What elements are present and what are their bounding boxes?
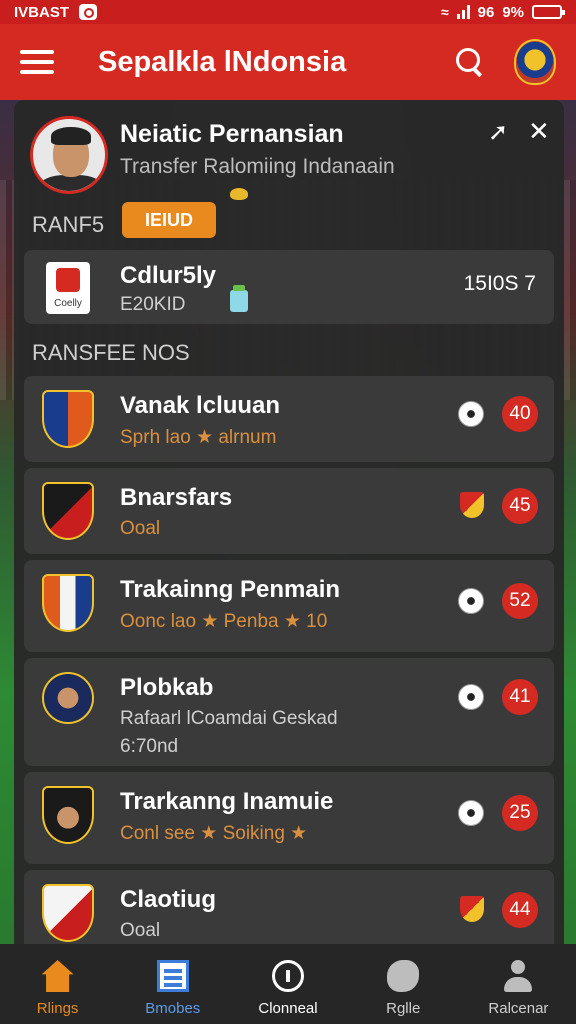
count-badge: 40 <box>502 396 538 432</box>
club-subtitle: E20KID <box>120 294 186 315</box>
row-title: Plobkab <box>120 674 214 701</box>
row-title: Vanak lcluuan <box>120 392 281 419</box>
club-value: 15I0S 7 <box>463 272 536 295</box>
nav-label: Ralcenar <box>488 1000 549 1017</box>
count-badge: 52 <box>502 583 538 619</box>
count-badge: 45 <box>502 488 538 524</box>
soccer-ball-icon <box>458 401 484 427</box>
battery-icon <box>532 5 565 19</box>
soccer-ball-icon <box>458 588 484 614</box>
wifi-icon: ≈ <box>440 4 449 20</box>
nav-item-profile[interactable]: Ralcenar <box>461 944 576 1024</box>
row-subtitle: Sprh lao ★ alrnum <box>120 427 277 448</box>
list-item[interactable]: Plobkab Rafaarl lCoamdai Geskad 6:70nd 4… <box>24 658 554 766</box>
menu-icon[interactable] <box>20 50 54 74</box>
row-time: 6:70nd <box>120 736 179 757</box>
search-icon[interactable] <box>456 48 484 76</box>
nav-label: Rglle <box>386 1000 421 1017</box>
status-badge[interactable]: IEIUD <box>122 202 216 238</box>
row-subtitle: Oonc lao ★ Penba ★ 10 <box>120 611 328 632</box>
count-badge: 41 <box>502 679 538 715</box>
player-subtitle: Transfer Ralomiing Indanaain <box>120 155 395 178</box>
bug-icon <box>230 188 248 200</box>
club-crest-icon <box>42 786 94 844</box>
person-icon <box>502 960 534 992</box>
count-badge: 44 <box>502 892 538 928</box>
flag-icon <box>460 896 484 922</box>
list-item[interactable]: Bnarsfars Ooal 45 <box>24 468 554 554</box>
list-item[interactable]: Trakainng Penmain Oonc lao ★ Penba ★ 10 … <box>24 560 554 652</box>
home-icon <box>41 960 74 992</box>
nav-item-home[interactable]: Rlings <box>0 944 115 1024</box>
signal-icon <box>456 5 470 19</box>
app-notification-icon <box>79 4 98 20</box>
flag-icon <box>460 492 484 518</box>
club-crest-icon <box>42 574 94 632</box>
jar-icon <box>230 285 248 312</box>
club-crest-icon <box>42 482 94 540</box>
player-name: Neiatic Pernansian <box>120 120 344 148</box>
row-subtitle: Ooal <box>120 920 161 941</box>
club-crest-icon <box>42 672 94 724</box>
count-badge: 25 <box>502 795 538 831</box>
list-item[interactable]: Vanak lcluuan Sprh lao ★ alrnum 40 <box>24 376 554 462</box>
player-avatar <box>30 116 108 194</box>
soccer-ball-icon <box>458 684 484 710</box>
list-item[interactable]: Trarkanng Inamuie Conl see ★ Soiking ★ 2… <box>24 772 554 864</box>
soccer-ball-icon <box>458 800 484 826</box>
ball-icon <box>387 960 420 992</box>
nav-label: Bmobes <box>145 1000 201 1017</box>
battery-percent: 9% <box>502 3 524 21</box>
section-label: RANF5 <box>32 212 105 237</box>
nav-item-ball[interactable]: Rglle <box>346 944 461 1024</box>
nav-label: Clonneal <box>258 1000 318 1017</box>
nav-label: Rlings <box>36 1000 79 1017</box>
list-item[interactable]: Claotiug Ooal 44 <box>24 870 554 944</box>
team-crest-icon[interactable] <box>514 39 556 85</box>
app-title: Sepalkla lNdonsia <box>98 45 347 78</box>
clock-icon <box>272 960 304 992</box>
news-icon <box>156 960 189 992</box>
club-name: Cdlur5ly <box>120 262 217 289</box>
status-number: 96 <box>477 3 495 21</box>
pin-icon[interactable]: ➚ <box>488 118 508 147</box>
row-subtitle: Conl see ★ Soiking ★ <box>120 823 308 844</box>
close-icon[interactable]: ✕ <box>528 116 550 147</box>
app-bar: Sepalkla lNdonsia <box>0 24 576 100</box>
row-subtitle: Rafaarl lCoamdai Geskad <box>120 708 338 729</box>
carrier-label: IVBAST <box>14 3 70 21</box>
club-crest-icon <box>42 884 94 942</box>
status-bar: IVBAST ≈ 96 9% <box>0 0 576 24</box>
bottom-nav: Rlings Bmobes Clonneal Rglle Ralcenar <box>0 944 576 1024</box>
row-title: Trarkanng Inamuie <box>120 788 334 815</box>
club-crest-icon <box>42 390 94 448</box>
row-title: Claotiug <box>120 886 216 913</box>
section-title: RANSFEE NOS <box>32 340 190 365</box>
club-card[interactable]: Coelly Cdlur5ly E20KID 15I0S 7 <box>24 250 554 324</box>
row-title: Bnarsfars <box>120 484 233 511</box>
row-title: Trakainng Penmain <box>120 576 341 603</box>
transfer-panel: Neiatic Pernansian Transfer Ralomiing In… <box>14 100 564 944</box>
nav-item-news[interactable]: Bmobes <box>115 944 230 1024</box>
nav-item-clock[interactable]: Clonneal <box>230 944 345 1024</box>
club-logo: Coelly <box>46 262 90 314</box>
row-subtitle: Ooal <box>120 518 161 539</box>
